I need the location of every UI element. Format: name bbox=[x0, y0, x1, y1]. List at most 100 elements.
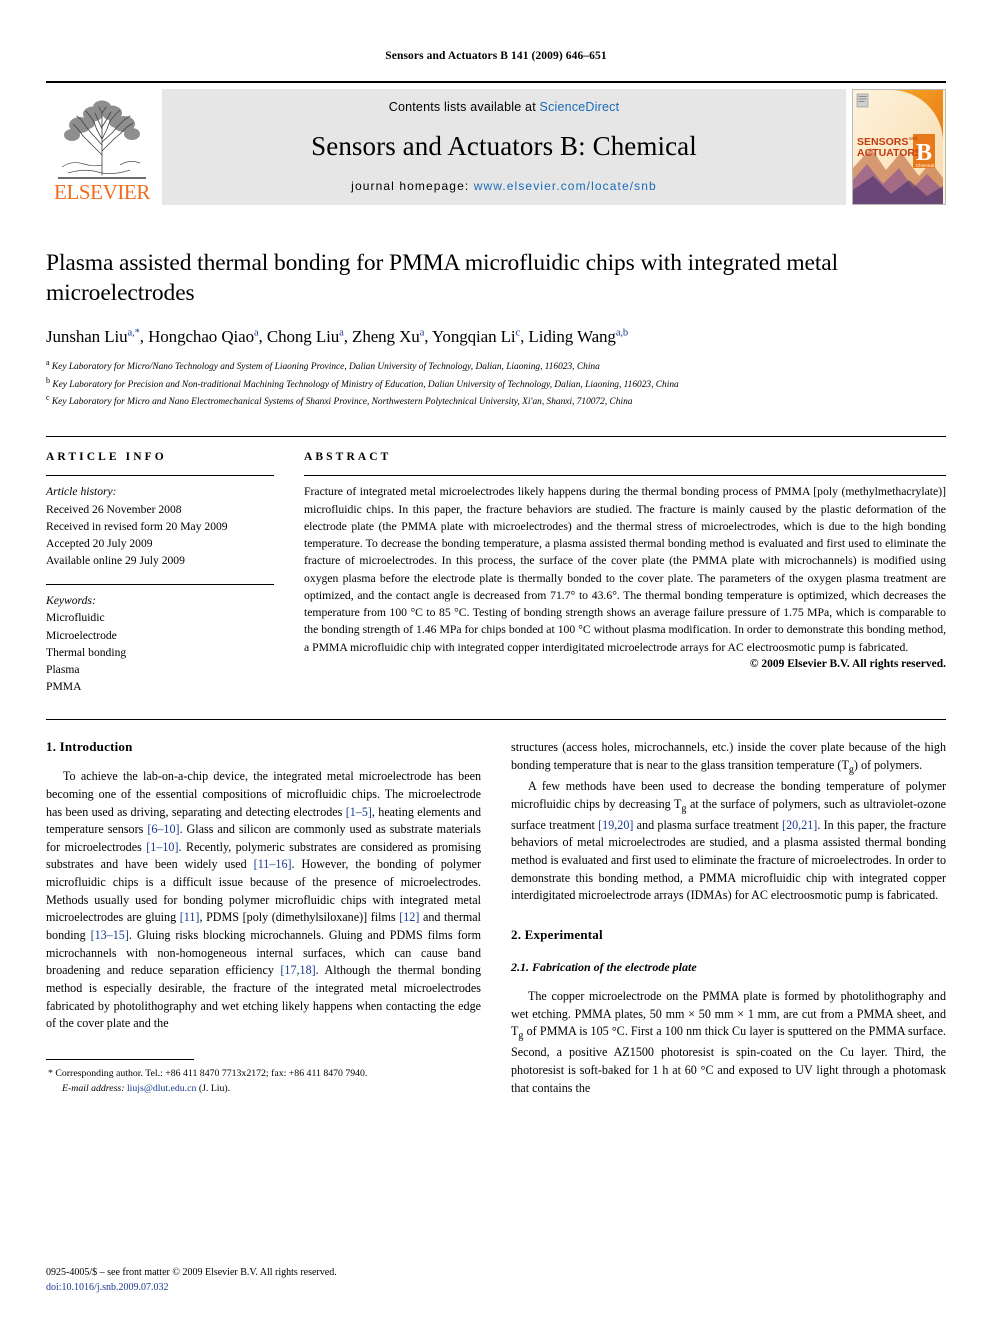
svg-text:Chemical: Chemical bbox=[916, 163, 934, 168]
affiliation-mark: b bbox=[46, 375, 50, 385]
citation-ref[interactable]: [6–10] bbox=[147, 822, 179, 836]
citation-ref[interactable]: [1–5] bbox=[346, 805, 372, 819]
divider bbox=[46, 475, 274, 477]
sciencedirect-link[interactable]: ScienceDirect bbox=[540, 100, 620, 114]
article-info-column: ARTICLE INFO Article history: Received 2… bbox=[46, 451, 274, 695]
title-block: Plasma assisted thermal bonding for PMMA… bbox=[46, 249, 946, 409]
footnote-rule bbox=[46, 1059, 194, 1067]
affiliation-item: a Key Laboratory for Micro/Nano Technolo… bbox=[46, 357, 946, 374]
affiliation-item: b Key Laboratory for Precision and Non-t… bbox=[46, 375, 946, 392]
author-affil-mark: c bbox=[515, 327, 521, 339]
author-name: Liding Wang bbox=[528, 327, 616, 347]
journal-homepage-line: journal homepage: www.elsevier.com/locat… bbox=[351, 179, 657, 193]
article-body: 1. Introduction To achieve the lab-on-a-… bbox=[46, 719, 946, 1097]
footnote-corresponding-text: Corresponding author. Tel.: +86 411 8470… bbox=[55, 1068, 368, 1080]
masthead-center-panel: Contents lists available at ScienceDirec… bbox=[162, 89, 846, 205]
author-item: Zheng Xua bbox=[352, 327, 424, 346]
citation-ref[interactable]: [19,20] bbox=[598, 818, 633, 832]
citation-ref[interactable]: [17,18] bbox=[280, 963, 315, 977]
abstract-column: ABSTRACT Fracture of integrated metal mi… bbox=[304, 451, 946, 695]
body-column-right: structures (access holes, microchannels,… bbox=[511, 739, 946, 1097]
svg-text:ACTUATORS: ACTUATORS bbox=[857, 147, 922, 159]
author-item: Liding Wanga,b bbox=[528, 327, 628, 346]
citation-ref[interactable]: [20,21] bbox=[782, 818, 817, 832]
author-affil-mark: a bbox=[339, 327, 344, 339]
abstract-text: Fracture of integrated metal microelectr… bbox=[304, 485, 946, 654]
paragraph-intro-1: To achieve the lab-on-a-chip device, the… bbox=[46, 768, 481, 1033]
cover-artwork: SENSORS and ACTUATORS B Chemical bbox=[853, 90, 943, 204]
affiliation-mark: c bbox=[46, 393, 50, 403]
page-footer: 0925-4005/$ – see front matter © 2009 El… bbox=[46, 1265, 337, 1295]
keywords-group: Keywords: Microfluidic Microelectrode Th… bbox=[46, 584, 274, 695]
affiliation-text: Key Laboratory for Precision and Non-tra… bbox=[52, 379, 679, 390]
affiliation-text: Key Laboratory for Micro/Nano Technology… bbox=[51, 362, 600, 373]
paragraph-right-3: The copper microelectrode on the PMMA pl… bbox=[511, 988, 946, 1097]
author-name: Chong Liu bbox=[266, 327, 340, 347]
author-item: Yongqian Lic bbox=[432, 327, 520, 346]
citation-ref[interactable]: [11] bbox=[180, 910, 200, 924]
homepage-label: journal homepage: bbox=[351, 179, 470, 193]
corresponding-author-footnote: * Corresponding author. Tel.: +86 411 84… bbox=[46, 1067, 478, 1096]
keywords-label: Keywords: bbox=[46, 594, 96, 608]
footnote-marker: * bbox=[48, 1068, 53, 1080]
affiliation-text: Key Laboratory for Micro and Nano Electr… bbox=[51, 397, 633, 408]
article-info-heading: ARTICLE INFO bbox=[46, 451, 167, 464]
affiliation-list: a Key Laboratory for Micro/Nano Technolo… bbox=[46, 357, 946, 409]
author-name: Yongqian Li bbox=[431, 327, 516, 347]
keyword-item: Microelectrode bbox=[46, 628, 117, 642]
author-list: Junshan Liua,*, Hongchao Qiaoa, Chong Li… bbox=[46, 327, 629, 347]
journal-masthead: ELSEVIER Contents lists available at Sci… bbox=[46, 81, 946, 205]
history-item: Accepted 20 July 2009 bbox=[46, 536, 153, 550]
article-history-group: Article history: Received 26 November 20… bbox=[46, 475, 274, 569]
divider bbox=[46, 584, 274, 586]
history-item: Available online 29 July 2009 bbox=[46, 554, 185, 568]
contents-prefix: Contents lists available at bbox=[388, 100, 540, 114]
author-item: Hongchao Qiaoa bbox=[148, 327, 259, 346]
author-affil-mark: a bbox=[253, 327, 259, 339]
author-item: Chong Liua bbox=[267, 327, 344, 346]
paper-title: Plasma assisted thermal bonding for PMMA… bbox=[46, 250, 839, 306]
section-heading-experimental: 2. Experimental bbox=[511, 927, 603, 943]
author-affil-mark: a,b bbox=[615, 327, 629, 339]
running-head: Sensors and Actuators B 141 (2009) 646–6… bbox=[385, 50, 607, 62]
email-suffix: (J. Liu). bbox=[196, 1082, 231, 1094]
author-item: Junshan Liua,* bbox=[46, 327, 140, 346]
footnote-line-1: * Corresponding author. Tel.: +86 411 84… bbox=[48, 1067, 478, 1082]
text-run: and plasma surface treatment bbox=[633, 817, 783, 832]
elsevier-logo: ELSEVIER bbox=[46, 89, 158, 205]
article-history-label: Article history: bbox=[46, 485, 117, 499]
footnote-line-2: E-mail address: liujs@dlut.edu.cn (J. Li… bbox=[48, 1082, 478, 1097]
author-affil-mark: a,* bbox=[127, 327, 140, 339]
contents-available-line: Contents lists available at ScienceDirec… bbox=[389, 100, 620, 114]
citation-ref[interactable]: [11–16] bbox=[254, 857, 292, 871]
section-heading-introduction: 1. Introduction bbox=[46, 739, 133, 755]
subsection-heading-fabrication: 2.1. Fabrication of the electrode plate bbox=[511, 960, 697, 975]
author-name: Junshan Liu bbox=[46, 327, 128, 347]
elsevier-wordmark: ELSEVIER bbox=[54, 180, 150, 204]
author-affil-mark: a bbox=[419, 327, 425, 339]
history-item: Received 26 November 2008 bbox=[46, 502, 182, 516]
email-label: E-mail address: bbox=[62, 1082, 125, 1094]
text-run: of PMMA is 105 °C. First a 100 nm thick … bbox=[511, 1024, 946, 1095]
text-run: , PDMS [poly (dimethylsiloxane)] films bbox=[199, 910, 400, 925]
body-column-left: 1. Introduction To achieve the lab-on-a-… bbox=[46, 739, 481, 1097]
affiliation-item: c Key Laboratory for Micro and Nano Elec… bbox=[46, 392, 946, 409]
keyword-item: PMMA bbox=[46, 680, 82, 694]
abstract-copyright: © 2009 Elsevier B.V. All rights reserved… bbox=[749, 657, 946, 670]
keyword-item: Thermal bonding bbox=[46, 645, 127, 659]
citation-ref[interactable]: [1–10] bbox=[146, 840, 178, 854]
citation-ref[interactable]: [12] bbox=[399, 910, 419, 924]
citation-ref[interactable]: [13–15] bbox=[91, 928, 129, 942]
journal-article-page: Sensors and Actuators B 141 (2009) 646–6… bbox=[0, 0, 992, 1323]
paragraph-right-1: structures (access holes, microchannels,… bbox=[511, 739, 946, 778]
journal-title: Sensors and Actuators B: Chemical bbox=[311, 131, 697, 161]
elsevier-tree-icon bbox=[58, 100, 146, 179]
email-link[interactable]: liujs@dlut.edu.cn bbox=[127, 1083, 196, 1094]
affiliation-mark: a bbox=[46, 358, 50, 368]
abstract-heading: ABSTRACT bbox=[304, 451, 392, 464]
homepage-url-link[interactable]: www.elsevier.com/locate/snb bbox=[474, 179, 657, 193]
doi-line[interactable]: doi:10.1016/j.snb.2009.07.032 bbox=[46, 1280, 337, 1295]
info-abstract-section: ARTICLE INFO Article history: Received 2… bbox=[46, 436, 946, 695]
journal-cover-thumbnail: SENSORS and ACTUATORS B Chemical bbox=[852, 89, 946, 205]
text-run: ) of polymers. bbox=[853, 757, 923, 772]
